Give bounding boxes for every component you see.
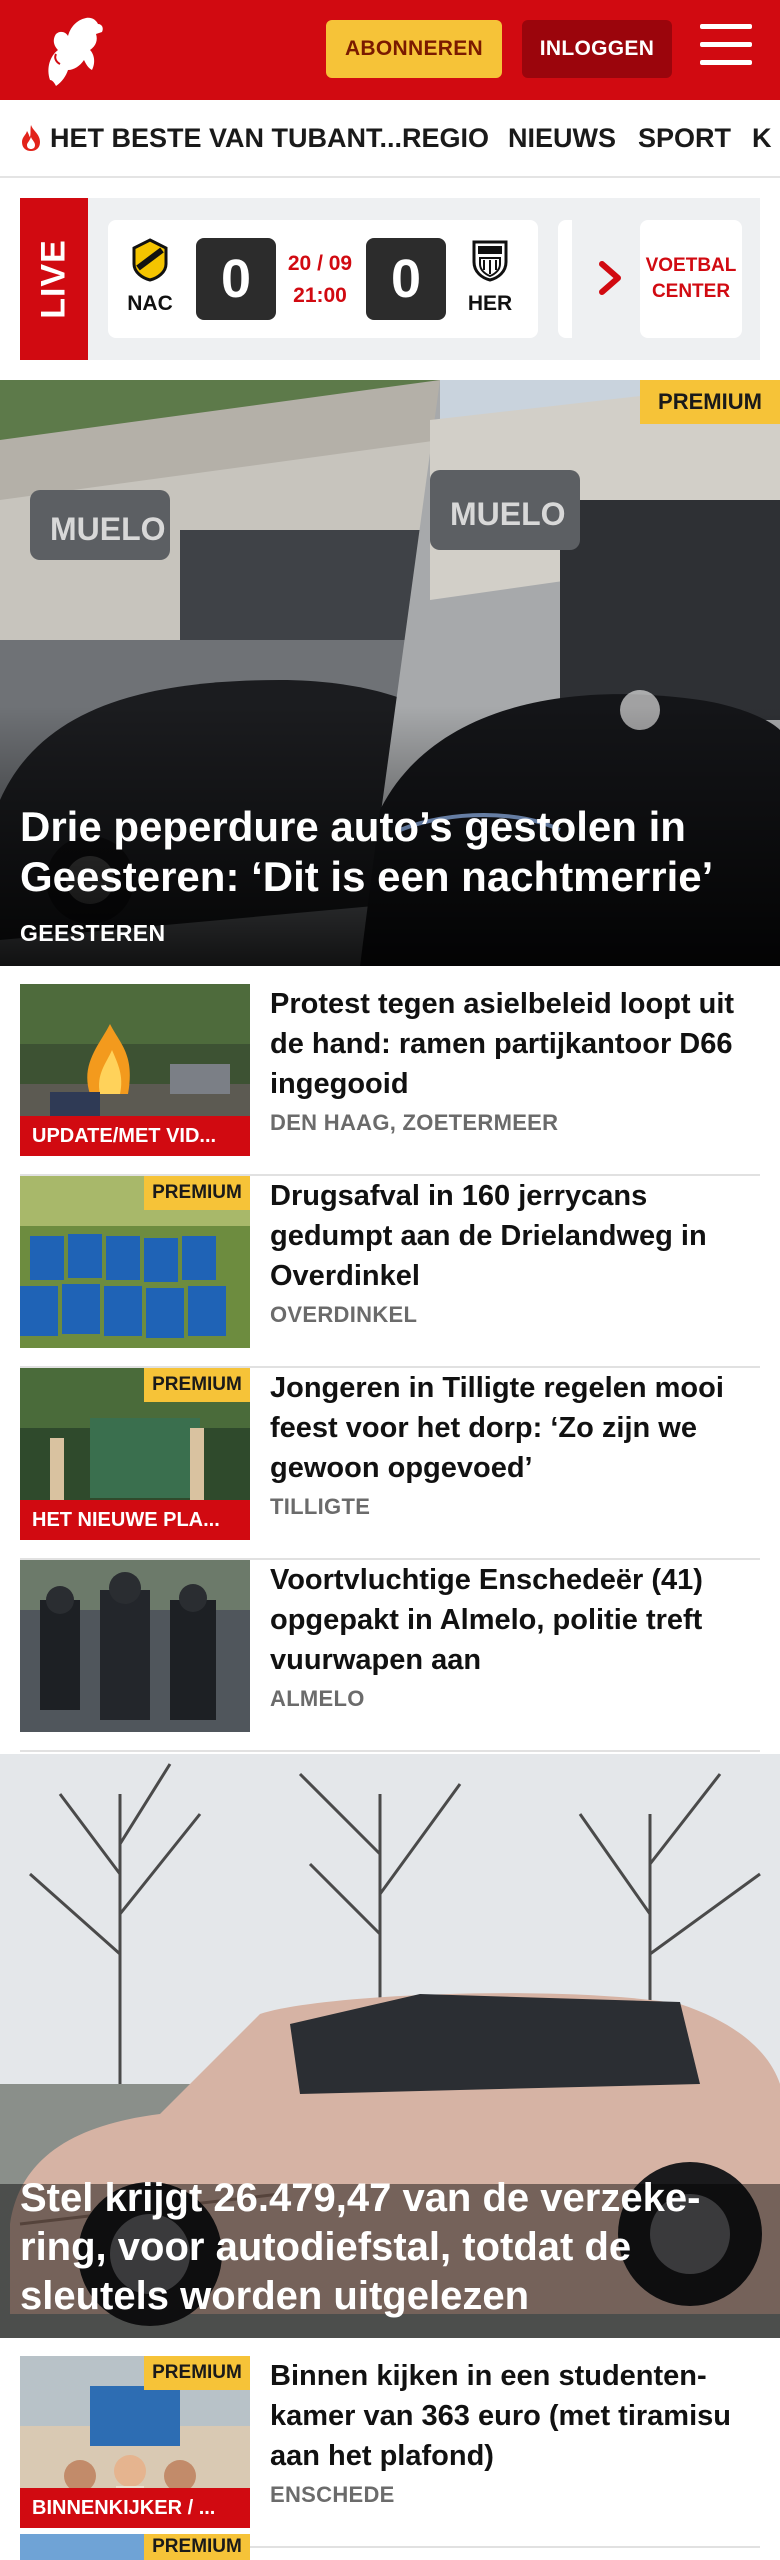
match-date: 20 / 09 [287,252,353,275]
match-card[interactable]: NAC 0 20 / 09 21:00 0 HER [108,220,538,338]
next-match-card-edge[interactable] [558,220,572,338]
match-time: 21:00 [293,284,347,307]
list-item[interactable]: UPDATE/MET VID... Protest tegen asielbel… [20,984,760,1176]
article-thumbnail [20,1560,250,1732]
voetbal-center-link[interactable]: VOETBAL CENTER [640,220,742,338]
nac-crest-icon [132,238,168,282]
premium-badge: PREMIUM [144,2356,250,2390]
article-location: ENSCHEDE [270,2482,395,2507]
home-team-name: NAC [127,292,173,315]
nav-item-label: REGIO [402,122,490,153]
feature-title[interactable]: Stel krijgt 26.479,47 van de verzeke­rin… [20,2174,760,2321]
article-location: ALMELO [270,1686,365,1711]
article-thumbnail: PREMIUM [20,2534,250,2560]
list-item[interactable]: PREMIUM Drugsafval in 160 jerrycans gedu… [20,1176,760,1368]
hero-article[interactable]: MUELO MUELO PREMIUM Drie peperdure auto’… [0,380,780,966]
list-item[interactable]: PREMIUM BINNENKIJKER / ... Binnen kijken… [20,2356,760,2548]
article-caption: HET NIEUWE PLA... [20,1500,250,1540]
premium-badge: PREMIUM [144,1176,250,1210]
flame-icon [22,125,40,151]
login-button[interactable]: INLOGGEN [522,20,672,78]
live-scores-widget: LIVE NAC 0 20 / 09 21:00 0 HER VOETBAL C… [20,198,760,360]
article-title[interactable]: Drugsafval in 160 jerrycans gedumpt aan … [270,1176,760,1296]
nav-item-sport[interactable]: SPORT [638,100,731,176]
article-title[interactable]: Jongeren in Tilligte regelen mooi feest … [270,1368,760,1488]
article-title[interactable]: Protest tegen asielbeleid loopt uit de h… [270,984,760,1104]
svg-text:MUELO: MUELO [50,511,166,547]
nav-item-regio[interactable]: REGIO [402,100,489,176]
article-location: TILLIGTE [270,1494,371,1519]
list-item[interactable]: PREMIUM [20,2534,760,2560]
site-header: ABONNEREN INLOGGEN [0,0,780,100]
premium-badge: PREMIUM [144,1368,250,1402]
article-thumbnail: PREMIUM BINNENKIJKER / ... [20,2356,250,2528]
article-thumbnail: UPDATE/MET VID... [20,984,250,1156]
hero-location: GEESTEREN [20,920,166,946]
article-location: OVERDINKEL [270,1302,418,1327]
article-location: DEN HAAG, ZOETERMEER [270,1110,559,1135]
article-title[interactable]: Binnen kijken in een studenten­kamer van… [270,2356,760,2476]
article-thumbnail: PREMIUM HET NIEUWE PLA... [20,1368,250,1540]
premium-badge: PREMIUM [640,380,780,424]
nav-item-label: NIEUWS [508,122,616,153]
feature-article[interactable]: Stel krijgt 26.479,47 van de verzeke­rin… [0,1754,780,2338]
away-score: 0 [366,238,446,320]
nav-item-label: K [752,122,772,153]
nav-item-label: HET BESTE VAN TUBANT... [50,122,403,153]
hero-title[interactable]: Drie peperdure auto’s gestolen in Geeste… [20,802,740,902]
article-caption: UPDATE/MET VID... [20,1116,250,1156]
list-item[interactable]: PREMIUM HET NIEUWE PLA... Jongeren in Ti… [20,1368,760,1560]
hamburger-menu-icon[interactable] [700,24,752,70]
nav-item-label: SPORT [638,122,732,153]
article-caption: BINNENKIJKER / ... [20,2488,250,2528]
nav-item-nieuws[interactable]: NIEUWS [508,100,616,176]
chevron-right-icon[interactable] [592,258,628,298]
article-thumbnail: PREMIUM [20,1176,250,1348]
nav-item-more[interactable]: K [752,100,772,176]
list-item[interactable]: Voortvluchtige Enschedeër (41) opgepakt … [20,1560,760,1752]
tubantia-horse-logo[interactable] [36,10,108,90]
away-team-name: HER [467,292,513,315]
match-datetime: 20 / 09 21:00 [278,248,362,312]
section-nav: HET BESTE VAN TUBANT... REGIO NIEUWS SPO… [0,100,780,178]
premium-badge: PREMIUM [144,2534,250,2560]
subscribe-button[interactable]: ABONNEREN [326,20,502,78]
svg-text:MUELO: MUELO [450,496,566,532]
nav-item-het-beste[interactable]: HET BESTE VAN TUBANT... [18,100,402,176]
live-label: LIVE [20,198,88,360]
heracles-crest-icon [472,240,508,282]
article-title[interactable]: Voortvluchtige Enschedeër (41) opgepakt … [270,1560,760,1680]
home-score: 0 [196,238,276,320]
